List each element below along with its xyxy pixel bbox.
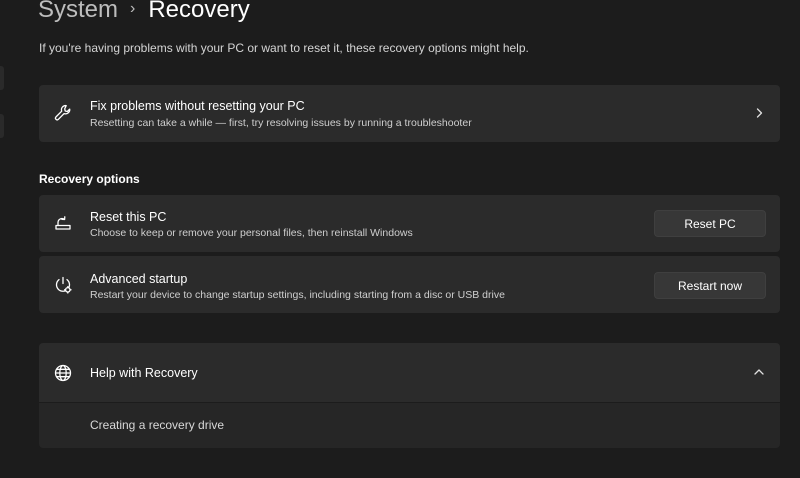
creating-recovery-drive-link[interactable]: Creating a recovery drive	[90, 418, 224, 432]
help-expander-body: Creating a recovery drive	[39, 403, 780, 448]
globe-icon	[53, 363, 73, 383]
page-title: Recovery	[148, 0, 250, 23]
wrench-icon	[53, 103, 73, 123]
reset-pc-icon	[53, 213, 73, 233]
advanced-startup-icon	[53, 275, 73, 295]
fix-problems-title: Fix problems without resetting your PC	[90, 99, 305, 113]
reset-pc-subtitle: Choose to keep or remove your personal f…	[90, 227, 413, 239]
help-expander-header[interactable]: Help with Recovery	[39, 343, 780, 402]
reset-pc-button[interactable]: Reset PC	[654, 210, 766, 237]
nav-pane-item[interactable]	[0, 114, 4, 138]
breadcrumb-separator: ›	[130, 0, 136, 17]
fix-problems-card[interactable]: Fix problems without resetting your PC R…	[39, 85, 780, 142]
reset-pc-title: Reset this PC	[90, 210, 167, 224]
breadcrumb-parent-system[interactable]: System	[38, 0, 118, 24]
fix-problems-subtitle: Resetting can take a while — first, try …	[90, 117, 472, 129]
page-description: If you're having problems with your PC o…	[39, 41, 529, 55]
advanced-startup-title: Advanced startup	[90, 272, 188, 286]
chevron-up-icon[interactable]	[753, 366, 765, 378]
nav-pane-item[interactable]	[0, 66, 4, 90]
restart-now-button[interactable]: Restart now	[654, 272, 766, 299]
advanced-startup-subtitle: Restart your device to change startup se…	[90, 289, 505, 301]
advanced-startup-card: Advanced startup Restart your device to …	[39, 256, 780, 313]
help-title: Help with Recovery	[90, 366, 198, 380]
recovery-options-heading: Recovery options	[39, 172, 140, 186]
nav-pane-edge	[0, 0, 8, 478]
chevron-right-icon	[753, 107, 765, 119]
breadcrumb: System › Recovery	[38, 0, 250, 28]
reset-pc-card: Reset this PC Choose to keep or remove y…	[39, 195, 780, 252]
